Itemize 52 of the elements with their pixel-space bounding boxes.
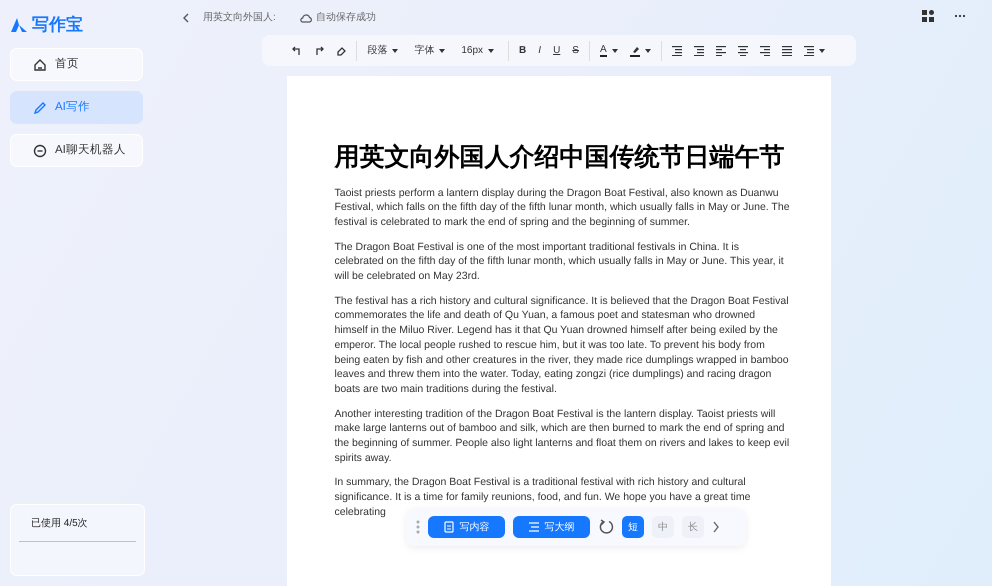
caret-icon bbox=[818, 48, 825, 52]
paragraph: Taoist priests perform a lantern display during the Dragon Boat Festival, also known as Duanwu Festival, which falls on the fifth day of the fifth lunar month, which usually falls in May or June. The festival is celebrated to mark the end of spring and the beginning of summer. bbox=[334, 186, 790, 230]
italic-button[interactable]: I bbox=[533, 40, 546, 62]
chevron-right-icon[interactable] bbox=[712, 521, 720, 533]
document-icon bbox=[444, 521, 454, 533]
underline-button[interactable]: U bbox=[548, 40, 566, 62]
align-right-icon bbox=[760, 46, 770, 56]
more-icon[interactable] bbox=[954, 14, 966, 18]
highlighter-icon bbox=[630, 44, 640, 56]
justify-icon bbox=[782, 46, 792, 56]
apps-icon[interactable] bbox=[922, 10, 934, 22]
write-button[interactable]: 写大纲 bbox=[513, 516, 590, 538]
list-icon bbox=[528, 521, 538, 533]
paragraph: The festival has a rich history and cultural significance. It is believed that the Dragon Boat Festival commemorates the life and death of Qu Yuan, a famous poet and statesman who drowned himself in the Miluo River. Legend has it that Qu Yuan drowned himself after being exiled by the emperor. The local people rushed to rescue him, but it was too late. To prevent his body from being eaten by fish and other creatures in the river, they made rice dumplings wrapped in bamboo leaves and threw them into the water. Today, eating zongzi (rice dumplings) and racing dragon boats are two main traditions during the festival. bbox=[334, 294, 790, 397]
paragraph: Another interesting tradition of the Dragon Boat Festival is the lantern display. Taoist priests will make large lanterns out of bamboo and silk, which are then burned to mark the end of spring and the beginning of summer. People also light lanterns and float them on rivers and lakes to keep evil spirits away. bbox=[334, 406, 790, 466]
logo-icon bbox=[10, 17, 28, 33]
home-icon bbox=[33, 58, 47, 72]
document-title: 用英文向外国人介绍中国传统节日端午节 bbox=[334, 142, 786, 173]
cloud-icon bbox=[300, 12, 312, 22]
eraser-icon bbox=[336, 46, 346, 56]
indent-icon bbox=[672, 46, 682, 56]
refresh-icon[interactable] bbox=[598, 519, 614, 535]
chat-icon bbox=[33, 144, 47, 158]
dropdown-button[interactable]: 段落 bbox=[362, 40, 404, 62]
back-icon bbox=[182, 12, 190, 22]
dropdown-button[interactable]: 16px bbox=[456, 40, 500, 62]
caret-icon bbox=[488, 48, 494, 52]
length-option[interactable]: 短 bbox=[622, 516, 644, 538]
document-name: 用英文向外国人: bbox=[203, 10, 276, 25]
strikethrough-button[interactable]: S bbox=[567, 40, 584, 62]
nav-item[interactable]: 首页 bbox=[10, 48, 143, 81]
redo-icon bbox=[314, 46, 324, 56]
caret-icon bbox=[392, 48, 398, 52]
nav-item[interactable]: AI聊天机器人 bbox=[10, 134, 143, 167]
line-spacing-icon bbox=[804, 46, 814, 56]
write-button[interactable]: 写内容 bbox=[428, 516, 505, 538]
pencil-icon bbox=[33, 100, 47, 114]
paragraph: The Dragon Boat Festival is one of the most important traditional festivals in China. It is celebrated on the fifth day of the fifth lunar month, which usually falls in May or June. This year, it will be celebrated on May 23rd. bbox=[334, 240, 785, 284]
brand-name: 写作宝 bbox=[32, 14, 83, 36]
caret-icon bbox=[439, 48, 446, 52]
align-center-icon bbox=[738, 46, 748, 56]
drag-handle-icon[interactable] bbox=[416, 520, 420, 534]
usage-count: 已使用 4/5次 bbox=[31, 517, 89, 531]
text-color-button[interactable]: A bbox=[594, 40, 623, 62]
outdent-icon bbox=[694, 46, 704, 56]
align-left-icon bbox=[716, 46, 726, 56]
undo-icon bbox=[292, 46, 302, 56]
caret-icon bbox=[612, 48, 618, 52]
bold-button[interactable]: B bbox=[514, 40, 532, 62]
save-status: 自动保存成功 bbox=[316, 10, 376, 25]
caret-icon bbox=[644, 48, 651, 52]
dropdown-button[interactable]: 字体 bbox=[409, 40, 450, 62]
